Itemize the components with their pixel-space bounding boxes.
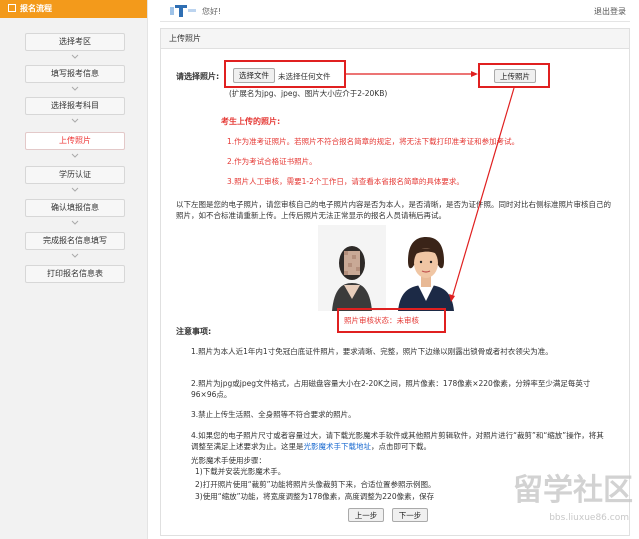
note-4-step-1: 1)下载并安装光影魔术手。 [195, 467, 286, 476]
note-4-tail: ，点击即可下载。 [371, 442, 431, 451]
annotation-arrows [346, 71, 515, 302]
notes-title: 注意事项: [176, 327, 212, 336]
note-1: 1.照片为本人近1年内1寸免冠白底证件照片，要求清晰、完整，照片下边缘以刚露出锁… [191, 347, 553, 356]
note-2: 2.照片为jpg或jpeg文件格式，占用磁盘容量大小在2-20K之间，照片像素：… [191, 379, 591, 399]
note-4-step-2: 2)打开照片使用“裁剪”功能将照片头像裁剪下来，合适位置参照示例图。 [195, 480, 436, 489]
next-step-button[interactable]: 下一步 [392, 508, 428, 522]
watermark-text: 留学社区 [513, 473, 633, 508]
prev-step-button[interactable]: 上一步 [348, 508, 384, 522]
note-4: 4.如果您的电子照片尺寸或者容量过大，请下载光影魔术手软件或其他照片剪辑软件，对… [191, 430, 611, 452]
note-4-step-3: 3)使用“缩放”功能，将宽度调整为178像素，高度调整为220像素，保存 [195, 492, 435, 501]
download-link[interactable]: 光影魔术手下载地址 [304, 442, 372, 451]
watermark-url: bbs.liuxue86.com [549, 513, 629, 523]
note-3: 3.禁止上传生活照、全身照等不符合要求的照片。 [191, 410, 356, 419]
note-4-sub: 光影魔术手使用步骤： [191, 456, 266, 465]
